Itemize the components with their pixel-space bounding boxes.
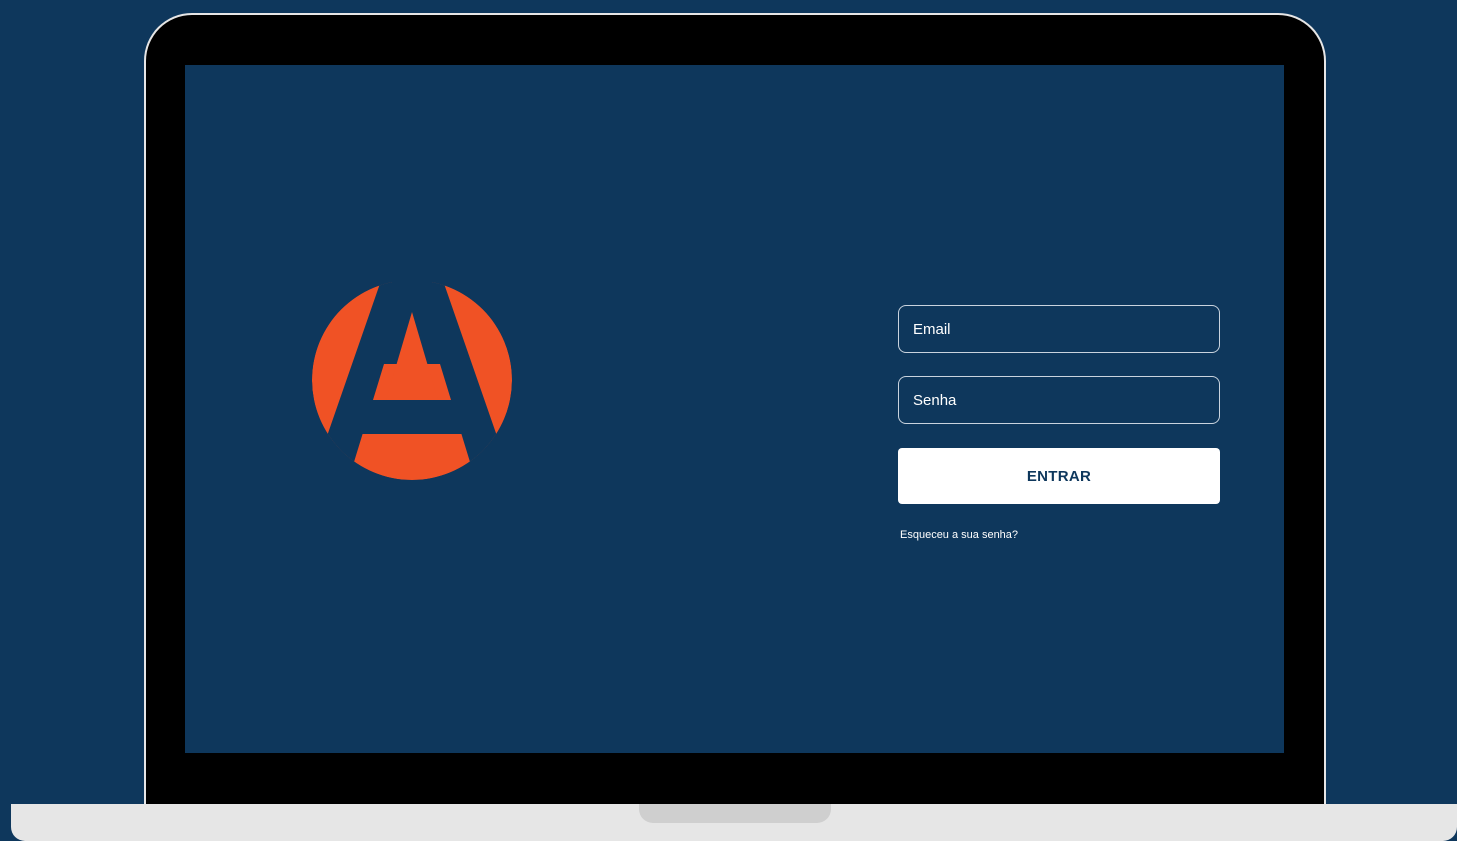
laptop-base (11, 804, 1457, 841)
email-field[interactable] (898, 305, 1220, 353)
brand-logo-icon (312, 282, 512, 480)
laptop-notch (639, 804, 831, 823)
login-button[interactable]: ENTRAR (898, 448, 1220, 504)
login-form: ENTRAR Esqueceu a sua senha? (898, 305, 1220, 543)
forgot-password-link[interactable]: Esqueceu a sua senha? (900, 529, 1018, 541)
login-screen: ENTRAR Esqueceu a sua senha? (185, 65, 1284, 753)
password-field[interactable] (898, 376, 1220, 424)
